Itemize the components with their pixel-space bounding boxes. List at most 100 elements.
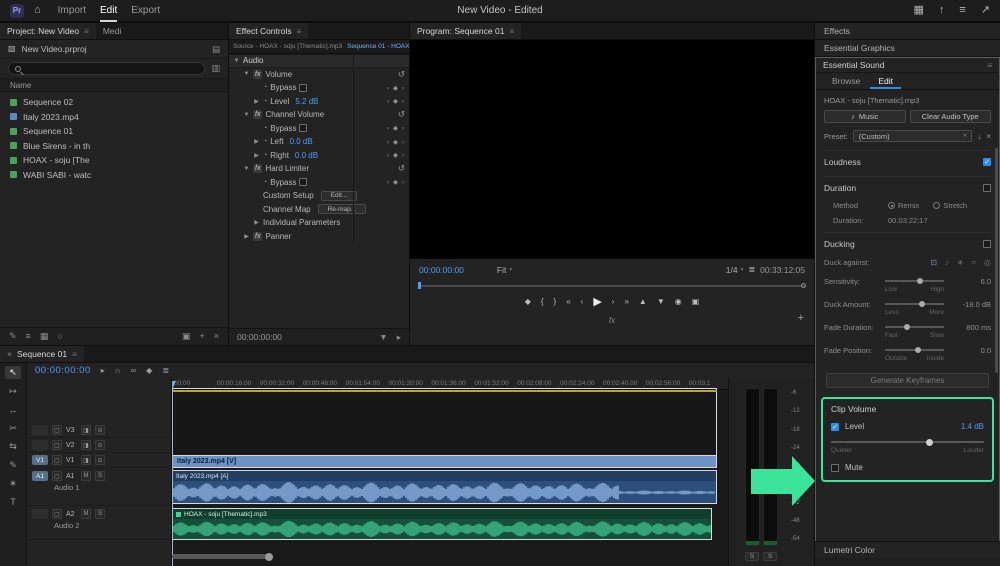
bypass-checkbox[interactable] bbox=[299, 83, 308, 92]
add-button[interactable]: + bbox=[798, 312, 804, 324]
disclosure-icon[interactable]: ▼ bbox=[233, 58, 240, 64]
track-id[interactable]: V3 bbox=[66, 427, 77, 434]
preset-select[interactable]: (Custom) ▾ bbox=[852, 130, 973, 142]
pen-tool[interactable]: ✎ bbox=[5, 459, 21, 472]
filter-icon[interactable]: ▼ bbox=[379, 332, 387, 343]
add-marker-icon[interactable]: ◆ bbox=[525, 297, 531, 306]
new-item-icon[interactable]: + bbox=[199, 331, 204, 342]
zoom-level-select[interactable]: Fit ▾ bbox=[497, 265, 512, 275]
effect-row[interactable]: ◔ Bypass ‹ ◆ › bbox=[229, 175, 409, 189]
loudness-checkbox[interactable] bbox=[983, 157, 991, 166]
method-radio-stretch[interactable]: Stretch bbox=[933, 201, 967, 210]
lock-icon[interactable]: ▢ bbox=[52, 440, 62, 450]
horizontal-scrollbar[interactable] bbox=[172, 554, 268, 559]
source-patch[interactable] bbox=[32, 440, 48, 450]
method-radio-remix[interactable]: Remix bbox=[888, 201, 919, 210]
panel-scrollbar[interactable] bbox=[995, 148, 998, 373]
global-fx-mute-button[interactable]: fx bbox=[410, 313, 814, 328]
effect-row[interactable]: ◔ Bypass ‹ ◆ › bbox=[229, 81, 409, 95]
tab-sequence[interactable]: × Sequence 01 ≡ bbox=[0, 346, 84, 362]
ripple-edit-tool[interactable]: ↔ bbox=[5, 403, 21, 416]
disclosure-icon[interactable]: ▶ bbox=[253, 138, 260, 145]
duck-ambience-icon[interactable]: ≈ bbox=[972, 258, 976, 267]
level-value[interactable]: 1.4 dB bbox=[961, 422, 984, 431]
effect-row[interactable]: ▶ ◔ Left 0.0 dB ‹ ◆ › bbox=[229, 135, 409, 149]
track-header-a1[interactable]: A1 ▢ A1 M S Audio 1 bbox=[28, 468, 171, 506]
panel-menu-icon[interactable]: ≡ bbox=[72, 350, 77, 359]
clear-audio-type-button[interactable]: Clear Audio Type bbox=[909, 110, 991, 123]
panel-menu-icon[interactable]: ≡ bbox=[84, 27, 89, 36]
essential-sound-title[interactable]: Essential Sound ≡ bbox=[816, 58, 999, 73]
stopwatch-icon[interactable]: ◔ bbox=[263, 125, 267, 132]
premiere-app-icon[interactable]: Pr bbox=[10, 3, 24, 18]
effect-row[interactable]: ▶ ◔ Level 5.2 dB ‹ ◆ › bbox=[229, 94, 409, 108]
lock-icon[interactable]: ▢ bbox=[52, 455, 62, 465]
property-value[interactable]: 0.0 dB bbox=[290, 137, 313, 146]
effect-row[interactable]: ▼ fx Hard Limiter ↺ bbox=[229, 162, 409, 176]
timeline-lanes[interactable]: 00:00 00:00:16:00 00:00:32:00 00:00:48:00 00… bbox=[172, 378, 728, 566]
delete-icon[interactable]: × bbox=[214, 331, 219, 342]
disclosure-icon[interactable]: ▼ bbox=[243, 112, 250, 118]
sync-lock-icon[interactable]: ◨ bbox=[81, 425, 91, 435]
workspaces-icon[interactable]: ▦ bbox=[913, 5, 923, 16]
track-header-v3[interactable]: ▢ V3 ◨ ⊙ bbox=[28, 423, 171, 438]
effect-row[interactable]: ▶ fx Panner bbox=[229, 229, 409, 243]
play-icon[interactable]: ▶ bbox=[593, 295, 601, 308]
mark-in-icon[interactable]: { bbox=[541, 297, 544, 306]
disclosure-icon[interactable]: ▶ bbox=[253, 98, 260, 105]
lock-icon[interactable]: ▢ bbox=[52, 425, 62, 435]
duration-checkbox[interactable] bbox=[983, 183, 991, 192]
tab-media-browser[interactable]: Medi bbox=[96, 23, 128, 39]
disclosure-icon[interactable]: ▶ bbox=[253, 152, 260, 159]
project-list-header[interactable]: Name bbox=[0, 79, 228, 92]
effect-row[interactable]: ◔ Bypass ‹ ◆ › bbox=[229, 121, 409, 135]
timeline-settings-icon[interactable]: ≣ bbox=[162, 366, 169, 375]
go-to-in-icon[interactable]: « bbox=[566, 297, 570, 306]
project-item[interactable]: Sequence 01 bbox=[0, 124, 228, 139]
slider-value[interactable]: 6.0 bbox=[949, 277, 991, 286]
generate-keyframes-button[interactable]: Generate Keyframes bbox=[825, 373, 990, 388]
lock-icon[interactable]: ▢ bbox=[52, 471, 62, 481]
menu-edit[interactable]: Edit bbox=[93, 0, 124, 22]
extract-icon[interactable]: ▼ bbox=[657, 297, 665, 306]
project-item[interactable]: Blue Sirens - in th bbox=[0, 139, 228, 154]
slider-track[interactable] bbox=[885, 276, 944, 286]
snap-icon[interactable]: ∩ bbox=[115, 366, 121, 375]
video-clip[interactable]: Italy 2023.mp4 [V] bbox=[172, 455, 717, 468]
scrollbar-handle[interactable] bbox=[265, 553, 273, 561]
menu-export[interactable]: Export bbox=[124, 0, 167, 22]
track-header-v1[interactable]: V1 ▢ V1 ◨ ⊙ bbox=[28, 453, 171, 468]
slider-value[interactable]: 0.0 bbox=[949, 346, 991, 355]
close-icon[interactable]: × bbox=[7, 349, 12, 359]
meter-solo-button[interactable]: S bbox=[745, 552, 759, 561]
video-clip-region[interactable] bbox=[172, 388, 717, 455]
tab-project[interactable]: Project: New Video ≡ bbox=[0, 23, 96, 39]
level-slider[interactable] bbox=[831, 437, 984, 446]
bypass-checkbox[interactable] bbox=[299, 178, 308, 187]
keyframe-nav[interactable]: ‹ ◆ › bbox=[387, 138, 405, 146]
track-id[interactable]: V2 bbox=[66, 442, 77, 449]
slider-track[interactable] bbox=[885, 345, 944, 355]
ec-timecode[interactable]: 00:00:00:00 bbox=[237, 332, 282, 342]
fx-toggle-icon[interactable]: fx bbox=[253, 69, 263, 79]
slider-track[interactable] bbox=[885, 322, 944, 332]
keyframe-nav[interactable]: ‹ ◆ › bbox=[387, 124, 405, 132]
effect-row[interactable]: ▼ fx Channel Volume ↺ bbox=[229, 108, 409, 122]
effect-row[interactable]: ▼ Audio bbox=[229, 54, 409, 68]
mute-checkbox[interactable] bbox=[831, 463, 839, 472]
reset-icon[interactable]: ↺ bbox=[398, 163, 405, 174]
stopwatch-icon[interactable]: ◔ bbox=[263, 98, 267, 105]
track-id[interactable]: V1 bbox=[66, 457, 77, 464]
duck-sfx-icon[interactable]: ∗ bbox=[957, 258, 964, 267]
mark-out-icon[interactable]: } bbox=[554, 297, 557, 306]
settings-wrench-icon[interactable]: ≣ bbox=[748, 266, 755, 274]
effects-panel-header[interactable]: Effects bbox=[815, 23, 1000, 40]
solo-button[interactable]: S bbox=[95, 471, 105, 481]
project-file-row[interactable]: ▧ New Video.prproj ▤ bbox=[0, 40, 228, 59]
type-tool[interactable]: T bbox=[5, 496, 21, 509]
effect-row[interactable]: Channel Map Re-map... bbox=[229, 202, 409, 216]
mute-button[interactable]: M bbox=[81, 471, 91, 481]
project-item[interactable]: Italy 2023.mp4 bbox=[0, 110, 228, 125]
stopwatch-icon[interactable]: ◔ bbox=[263, 179, 267, 186]
track-header-a2[interactable]: ▢ A2 M S Audio 2 bbox=[28, 506, 171, 540]
